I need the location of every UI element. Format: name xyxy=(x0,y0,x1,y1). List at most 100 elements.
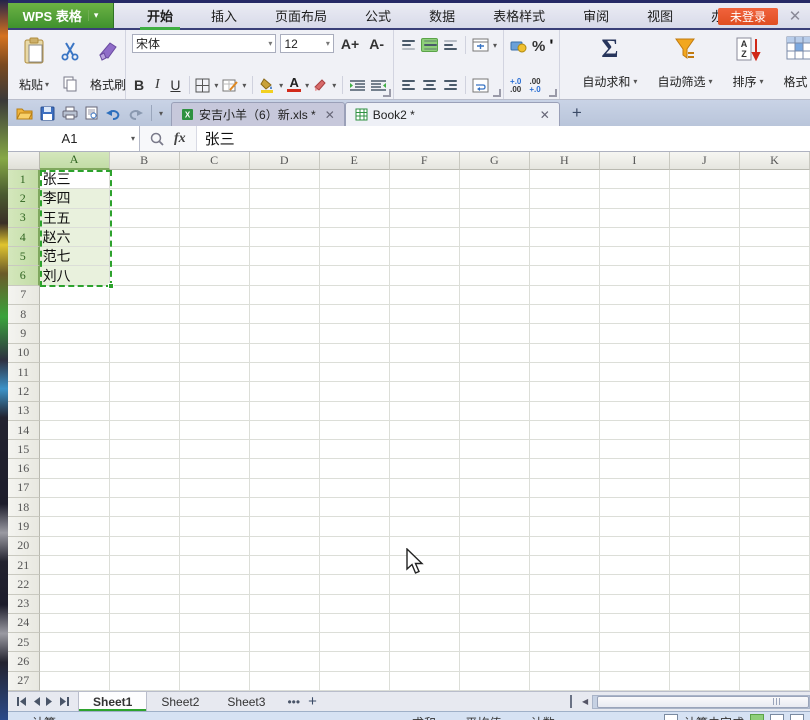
cell-E22[interactable] xyxy=(320,575,390,594)
cell-E5[interactable] xyxy=(320,247,390,266)
cell-D17[interactable] xyxy=(250,479,320,498)
column-header-a[interactable]: A xyxy=(40,152,110,170)
cell-J15[interactable] xyxy=(670,440,740,459)
row-header-6[interactable]: 6 xyxy=(8,266,40,285)
cell-K13[interactable] xyxy=(740,402,810,421)
print-icon[interactable] xyxy=(62,106,78,120)
cell-J20[interactable] xyxy=(670,537,740,556)
cell-F27[interactable] xyxy=(390,672,460,691)
comma-style-button[interactable]: ' xyxy=(549,36,553,56)
cell-C11[interactable] xyxy=(180,363,250,382)
cell-B9[interactable] xyxy=(110,324,180,343)
cell-E26[interactable] xyxy=(320,652,390,671)
cell-G23[interactable] xyxy=(460,595,530,614)
align-top-icon[interactable] xyxy=(400,38,417,52)
cell-K14[interactable] xyxy=(740,421,810,440)
cell-E14[interactable] xyxy=(320,421,390,440)
currency-icon[interactable] xyxy=(510,39,528,53)
cell-D25[interactable] xyxy=(250,633,320,652)
cell-J1[interactable] xyxy=(670,170,740,189)
cell-E21[interactable] xyxy=(320,556,390,575)
cell-D21[interactable] xyxy=(250,556,320,575)
cell-G15[interactable] xyxy=(460,440,530,459)
decrease-indent-icon[interactable] xyxy=(349,79,366,92)
cell-H23[interactable] xyxy=(530,595,600,614)
borders-icon[interactable] xyxy=(195,78,210,93)
cell-H21[interactable] xyxy=(530,556,600,575)
cell-F19[interactable] xyxy=(390,517,460,536)
cell-F26[interactable] xyxy=(390,652,460,671)
cell-B4[interactable] xyxy=(110,228,180,247)
cell-H12[interactable] xyxy=(530,382,600,401)
cell-A4[interactable]: 赵六 xyxy=(40,228,110,247)
formula-input[interactable]: 张三 xyxy=(197,126,810,151)
cell-I7[interactable] xyxy=(600,286,670,305)
horizontal-scrollbar-thumb[interactable] xyxy=(597,696,809,708)
cell-G12[interactable] xyxy=(460,382,530,401)
cell-A1[interactable]: 张三 xyxy=(40,170,110,189)
cell-C7[interactable] xyxy=(180,286,250,305)
cell-F5[interactable] xyxy=(390,247,460,266)
cell-I18[interactable] xyxy=(600,498,670,517)
cell-I15[interactable] xyxy=(600,440,670,459)
page-break-view-icon[interactable] xyxy=(790,714,804,720)
cell-E4[interactable] xyxy=(320,228,390,247)
grow-font-button[interactable]: A+ xyxy=(338,36,362,52)
cell-D6[interactable] xyxy=(250,266,320,285)
cell-B15[interactable] xyxy=(110,440,180,459)
cell-B24[interactable] xyxy=(110,614,180,633)
cell-H24[interactable] xyxy=(530,614,600,633)
cell-C5[interactable] xyxy=(180,247,250,266)
print-preview-icon[interactable] xyxy=(85,106,98,120)
cell-G7[interactable] xyxy=(460,286,530,305)
column-header-b[interactable]: B xyxy=(110,152,180,170)
redo-icon[interactable] xyxy=(128,107,144,120)
cell-K21[interactable] xyxy=(740,556,810,575)
cell-G26[interactable] xyxy=(460,652,530,671)
cell-A19[interactable] xyxy=(40,517,110,536)
cell-C18[interactable] xyxy=(180,498,250,517)
cell-I27[interactable] xyxy=(600,672,670,691)
cell-K7[interactable] xyxy=(740,286,810,305)
row-header-4[interactable]: 4 xyxy=(8,228,40,247)
cell-I12[interactable] xyxy=(600,382,670,401)
cell-E19[interactable] xyxy=(320,517,390,536)
cell-F21[interactable] xyxy=(390,556,460,575)
align-middle-icon[interactable] xyxy=(421,38,438,52)
cell-J9[interactable] xyxy=(670,324,740,343)
cell-D8[interactable] xyxy=(250,305,320,324)
cell-I21[interactable] xyxy=(600,556,670,575)
cell-B27[interactable] xyxy=(110,672,180,691)
select-all-corner[interactable] xyxy=(8,152,40,170)
cell-J2[interactable] xyxy=(670,189,740,208)
cell-C3[interactable] xyxy=(180,209,250,228)
cell-K3[interactable] xyxy=(740,209,810,228)
row-header-1[interactable]: 1 xyxy=(8,170,40,189)
row-header-19[interactable]: 19 xyxy=(8,517,40,536)
cell-B19[interactable] xyxy=(110,517,180,536)
cell-D24[interactable] xyxy=(250,614,320,633)
cell-A6[interactable]: 刘八 xyxy=(40,266,110,285)
autosum-button[interactable]: Σ 自动求和▾ xyxy=(574,34,645,92)
cell-J13[interactable] xyxy=(670,402,740,421)
cell-F18[interactable] xyxy=(390,498,460,517)
cell-C22[interactable] xyxy=(180,575,250,594)
row-header-8[interactable]: 8 xyxy=(8,305,40,324)
cell-I6[interactable] xyxy=(600,266,670,285)
alignment-dialog-launcher-icon[interactable] xyxy=(493,89,501,97)
cell-D27[interactable] xyxy=(250,672,320,691)
cell-C20[interactable] xyxy=(180,537,250,556)
cell-I25[interactable] xyxy=(600,633,670,652)
cell-J4[interactable] xyxy=(670,228,740,247)
cell-I22[interactable] xyxy=(600,575,670,594)
row-header-10[interactable]: 10 xyxy=(8,344,40,363)
cell-A10[interactable] xyxy=(40,344,110,363)
status-count[interactable]: 计数 ▾ xyxy=(531,714,562,720)
insert-function-icon[interactable]: fx xyxy=(174,131,186,147)
cell-J25[interactable] xyxy=(670,633,740,652)
cell-B26[interactable] xyxy=(110,652,180,671)
wrap-text-icon[interactable] xyxy=(472,78,489,93)
chevron-down-icon[interactable]: ▾ xyxy=(493,41,497,50)
cell-J7[interactable] xyxy=(670,286,740,305)
cell-E15[interactable] xyxy=(320,440,390,459)
